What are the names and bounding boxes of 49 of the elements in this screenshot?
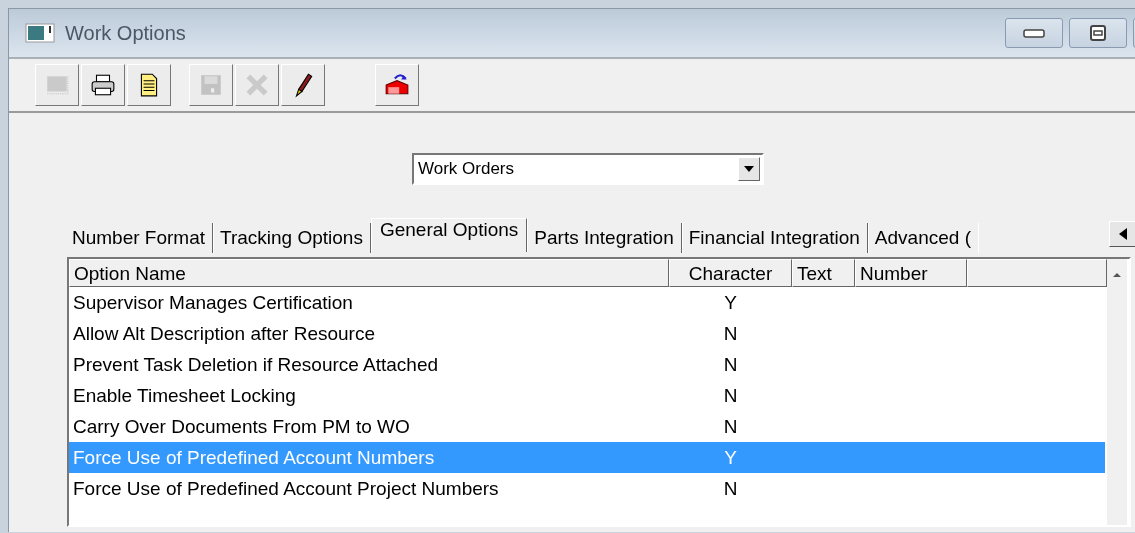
character-cell-text: N	[722, 477, 739, 500]
print-button[interactable]	[81, 64, 125, 106]
up-arrow-icon	[1113, 273, 1121, 277]
tab[interactable]: Number Format	[65, 223, 214, 253]
option-row[interactable]: Carry Over Documents From PM to WO N	[69, 411, 1105, 442]
save-icon	[198, 72, 224, 98]
delete-icon	[244, 72, 270, 98]
column-header[interactable]: Number	[855, 259, 967, 287]
window-title: Work Options	[65, 21, 187, 45]
option-row[interactable]: Supervisor Manages Certification Y	[69, 287, 1105, 318]
option-name-cell-text: Force Use of Predefined Account Numbers	[72, 446, 436, 469]
report-button[interactable]	[127, 64, 171, 106]
tab[interactable]: Tracking Options	[213, 223, 371, 253]
edit-button[interactable]	[281, 64, 325, 106]
tab-scroll-button[interactable]	[1109, 221, 1135, 247]
tab[interactable]: Parts Integration	[527, 223, 682, 253]
option-row[interactable]: Prevent Task Deletion if Resource Attached N	[69, 349, 1105, 380]
option-name-cell-text: Force Use of Predefined Account Project Numbers	[72, 477, 500, 500]
column-header[interactable]: Option Name	[69, 259, 669, 287]
tab[interactable]: General Options	[370, 218, 528, 252]
tab[interactable]: Advanced (	[867, 223, 978, 253]
option-name-cell-text: Allow Alt Description after Resource	[72, 322, 376, 345]
option-name-cell-text: Prevent Task Deletion if Resource Attached	[72, 353, 440, 376]
maximize-button[interactable]	[1069, 18, 1127, 48]
option-name-cell-text: Supervisor Manages Certification	[72, 291, 354, 314]
column-header[interactable]: Text	[792, 259, 855, 287]
maximize-icon	[1090, 25, 1106, 41]
tab[interactable]: Financial Integration	[681, 223, 868, 253]
dropdown-button[interactable]	[738, 157, 760, 181]
column-header[interactable]: Character	[669, 259, 792, 287]
option-name-cell-text: Enable Timesheet Locking	[72, 384, 297, 407]
option-row[interactable]: Enable Timesheet Locking N	[69, 380, 1105, 411]
option-name-cell-text: Carry Over Documents From PM to WO	[72, 415, 411, 438]
character-cell-text: N	[722, 353, 739, 376]
option-row[interactable]: Force Use of Predefined Account Project Numbers N	[69, 473, 1105, 504]
scrollbar[interactable]	[1107, 259, 1127, 525]
character-cell-text: Y	[723, 446, 738, 469]
window-app-icon	[25, 23, 55, 43]
caret-icon	[744, 166, 754, 172]
print-icon	[90, 72, 116, 98]
left-arrow-icon	[1119, 228, 1127, 240]
character-cell-text: N	[722, 415, 739, 438]
minimize-button[interactable]	[1005, 18, 1063, 48]
minimize-icon	[1023, 28, 1045, 38]
character-cell-text: N	[722, 322, 739, 345]
option-row[interactable]: Allow Alt Description after Resource N	[69, 318, 1105, 349]
character-cell-text: Y	[723, 291, 738, 314]
export-button[interactable]	[375, 64, 419, 106]
character-cell-text: N	[722, 384, 739, 407]
